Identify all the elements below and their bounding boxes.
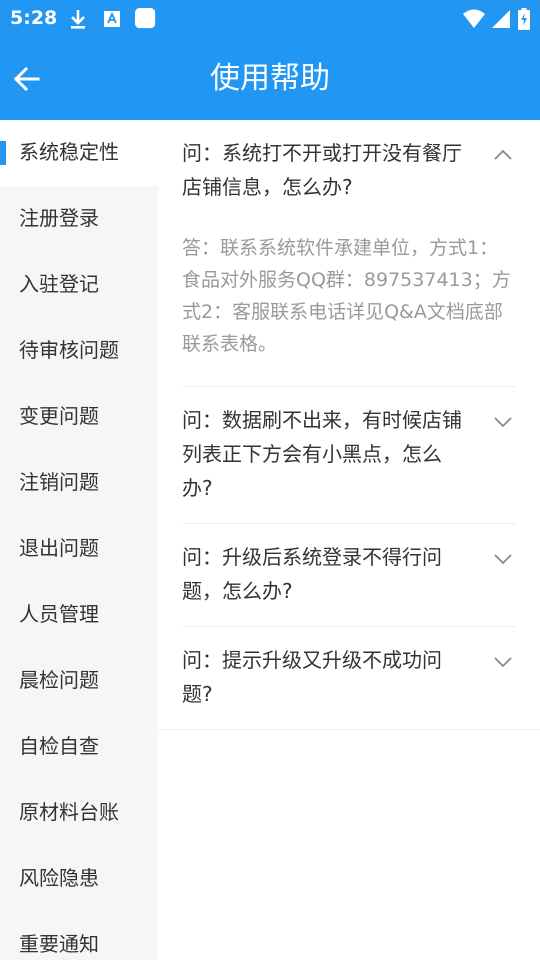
faq-question[interactable]: 问：升级后系统登录不得行问题，怎么办? <box>182 540 516 608</box>
sidebar-item-cancellation[interactable]: 注销问题 <box>0 450 158 516</box>
faq-question[interactable]: 问：系统打不开或打开没有餐厅店铺信息，怎么办? <box>182 136 516 204</box>
chevron-down-icon[interactable] <box>492 548 514 570</box>
sidebar-item-notices[interactable]: 重要通知 <box>0 912 158 960</box>
category-sidebar: 系统稳定性 注册登录 入驻登记 待审核问题 变更问题 注销问题 退出问题 人员管… <box>0 120 158 960</box>
faq-list: 问：系统打不开或打开没有餐厅店铺信息，怎么办? 答：联系系统软件承建单位，方式1… <box>158 120 540 730</box>
sidebar-item-logout[interactable]: 退出问题 <box>0 516 158 582</box>
faq-question[interactable]: 问：数据刷不出来，有时候店铺列表正下方会有小黑点，怎么办? <box>182 403 516 505</box>
sidebar-item-register-login[interactable]: 注册登录 <box>0 186 158 252</box>
app-icon <box>135 8 156 29</box>
sidebar-item-change[interactable]: 变更问题 <box>0 384 158 450</box>
faq-answer: 答：联系系统软件承建单位，方式1：食品对外服务QQ群：897537413；方式2… <box>182 237 511 355</box>
faq-question[interactable]: 问：提示升级又升级不成功问题? <box>182 643 516 711</box>
sidebar-item-risk-hazards[interactable]: 风险隐患 <box>0 846 158 912</box>
chevron-up-icon[interactable] <box>492 144 514 166</box>
sidebar-item-pending-review[interactable]: 待审核问题 <box>0 318 158 384</box>
faq-item[interactable]: 问：系统打不开或打开没有餐厅店铺信息，怎么办? 答：联系系统软件承建单位，方式1… <box>182 120 516 387</box>
sidebar-item-enrollment[interactable]: 入驻登记 <box>0 252 158 318</box>
sidebar-item-raw-material-ledger[interactable]: 原材料台账 <box>0 780 158 846</box>
faq-item[interactable]: 问：升级后系统登录不得行问题，怎么办? <box>182 524 516 627</box>
battery-icon <box>518 8 530 30</box>
download-icon <box>71 10 85 29</box>
sidebar-item-morning-check[interactable]: 晨检问题 <box>0 648 158 714</box>
app-bar: 5:28 使用帮助 <box>0 0 540 120</box>
chevron-down-icon[interactable] <box>492 651 514 673</box>
faq-item[interactable]: 问：数据刷不出来，有时候店铺列表正下方会有小黑点，怎么办? <box>182 387 516 524</box>
chevron-down-icon[interactable] <box>492 411 514 433</box>
page-title: 使用帮助 <box>210 61 330 96</box>
font-icon <box>104 11 120 27</box>
sidebar-item-personnel[interactable]: 人员管理 <box>0 582 158 648</box>
sidebar-item-self-inspection[interactable]: 自检自查 <box>0 714 158 780</box>
status-bar: 5:28 <box>0 0 540 38</box>
signal-icon <box>492 10 510 28</box>
wifi-icon <box>463 9 485 28</box>
status-time: 5:28 <box>10 7 58 29</box>
faq-item[interactable]: 问：提示升级又升级不成功问题? <box>158 627 540 730</box>
sidebar-item-system-stability[interactable]: 系统稳定性 <box>0 120 158 186</box>
